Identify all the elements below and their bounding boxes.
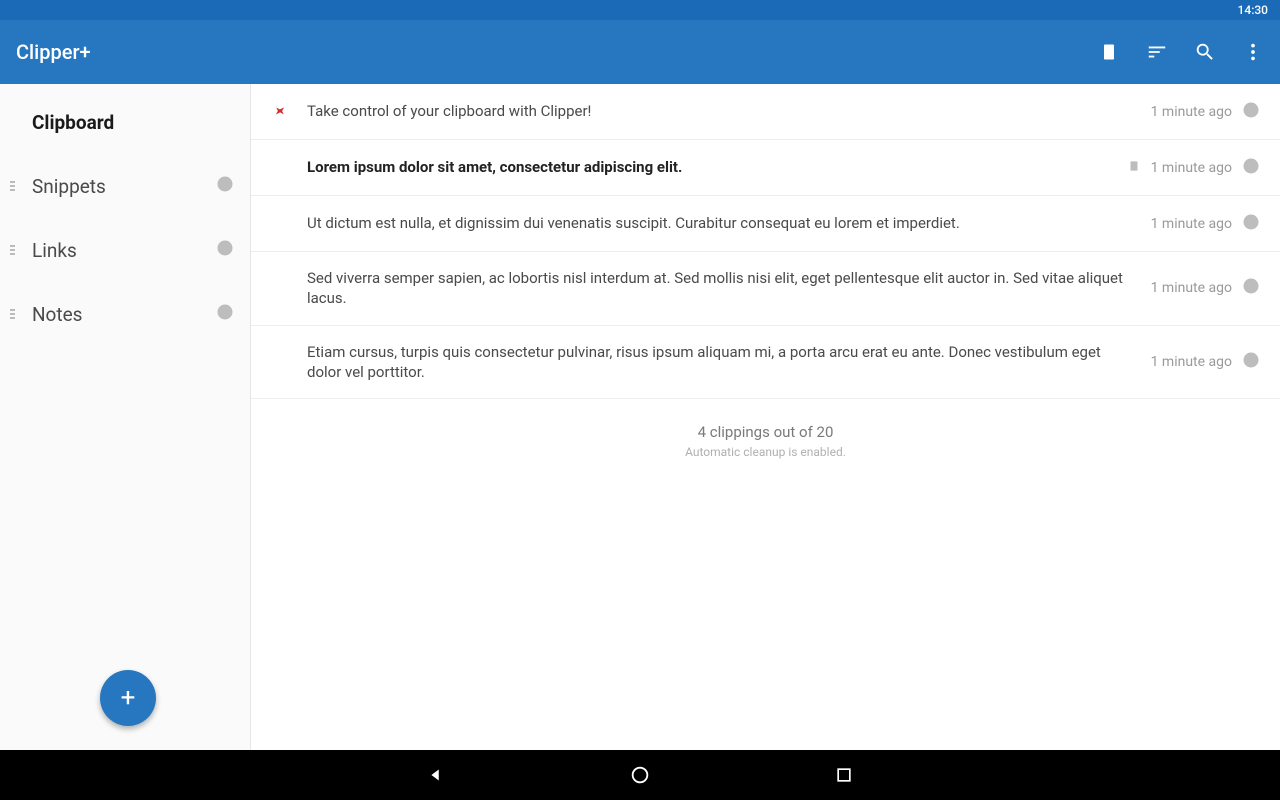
clipping-count: 4 clippings out of 20 bbox=[251, 423, 1280, 441]
clipping-text: Ut dictum est nulla, et dignissim dui ve… bbox=[307, 213, 1135, 233]
overflow-menu-icon[interactable] bbox=[1242, 41, 1264, 63]
drag-handle-icon bbox=[10, 181, 16, 191]
search-icon[interactable] bbox=[1194, 41, 1216, 63]
clipboard-small-icon bbox=[1127, 158, 1141, 178]
list-item[interactable]: Sed viverra semper sapien, ac lobortis n… bbox=[251, 252, 1280, 326]
clipping-text: Lorem ipsum dolor sit amet, consectetur … bbox=[307, 157, 1111, 177]
drag-handle-icon bbox=[10, 309, 16, 319]
info-icon[interactable] bbox=[1242, 213, 1260, 235]
clipping-time: 1 minute ago bbox=[1151, 104, 1232, 120]
pin-icon bbox=[271, 104, 291, 120]
sort-icon[interactable] bbox=[1146, 41, 1168, 63]
sidebar-item-label: Notes bbox=[32, 303, 83, 326]
sidebar: Clipboard Snippets Links Notes + bbox=[0, 84, 250, 750]
clipping-meta: 1 minute ago bbox=[1151, 277, 1260, 299]
clipping-time: 1 minute ago bbox=[1151, 160, 1232, 176]
clipping-meta: 1 minute ago bbox=[1151, 101, 1260, 123]
info-icon[interactable] bbox=[216, 239, 234, 262]
clipping-text: Etiam cursus, turpis quis consectetur pu… bbox=[307, 342, 1135, 383]
info-icon[interactable] bbox=[216, 175, 234, 198]
appbar-actions bbox=[1098, 41, 1264, 63]
sidebar-item-links[interactable]: Links bbox=[0, 218, 250, 282]
app-bar: Clipper+ bbox=[0, 20, 1280, 84]
status-bar: 14:30 bbox=[0, 0, 1280, 20]
main-list: Take control of your clipboard with Clip… bbox=[250, 84, 1280, 750]
info-icon[interactable] bbox=[1242, 157, 1260, 179]
list-item-pinned[interactable]: Take control of your clipboard with Clip… bbox=[251, 84, 1280, 140]
clipping-text: Sed viverra semper sapien, ac lobortis n… bbox=[307, 268, 1135, 309]
clipping-meta: 1 minute ago bbox=[1127, 157, 1260, 179]
sidebar-item-notes[interactable]: Notes bbox=[0, 282, 250, 346]
status-time: 14:30 bbox=[1238, 3, 1268, 17]
sidebar-item-label: Links bbox=[32, 239, 77, 262]
clipping-meta: 1 minute ago bbox=[1151, 213, 1260, 235]
clipboard-icon[interactable] bbox=[1098, 41, 1120, 63]
list-item[interactable]: Ut dictum est nulla, et dignissim dui ve… bbox=[251, 196, 1280, 252]
content: Clipboard Snippets Links Notes + Take co… bbox=[0, 84, 1280, 750]
clipping-text: Take control of your clipboard with Clip… bbox=[307, 101, 1135, 121]
recent-apps-button[interactable] bbox=[832, 763, 856, 787]
list-footer: 4 clippings out of 20 Automatic cleanup … bbox=[251, 399, 1280, 483]
add-button[interactable]: + bbox=[100, 670, 156, 726]
list-item[interactable]: Lorem ipsum dolor sit amet, consectetur … bbox=[251, 140, 1280, 196]
plus-icon: + bbox=[121, 683, 136, 713]
sidebar-item-label: Clipboard bbox=[32, 111, 114, 134]
clipping-meta: 1 minute ago bbox=[1151, 351, 1260, 373]
cleanup-note: Automatic cleanup is enabled. bbox=[251, 445, 1280, 459]
navigation-bar bbox=[0, 750, 1280, 800]
clipping-time: 1 minute ago bbox=[1151, 216, 1232, 232]
clipping-time: 1 minute ago bbox=[1151, 280, 1232, 296]
info-icon[interactable] bbox=[216, 303, 234, 326]
home-button[interactable] bbox=[628, 763, 652, 787]
back-button[interactable] bbox=[424, 763, 448, 787]
info-icon[interactable] bbox=[1242, 351, 1260, 373]
app-title: Clipper+ bbox=[16, 40, 1098, 64]
info-icon[interactable] bbox=[1242, 277, 1260, 299]
list-item[interactable]: Etiam cursus, turpis quis consectetur pu… bbox=[251, 326, 1280, 400]
drag-handle-icon bbox=[10, 245, 16, 255]
sidebar-item-clipboard[interactable]: Clipboard bbox=[0, 90, 250, 154]
clipping-time: 1 minute ago bbox=[1151, 354, 1232, 370]
info-icon[interactable] bbox=[1242, 101, 1260, 123]
sidebar-item-snippets[interactable]: Snippets bbox=[0, 154, 250, 218]
sidebar-item-label: Snippets bbox=[32, 175, 106, 198]
